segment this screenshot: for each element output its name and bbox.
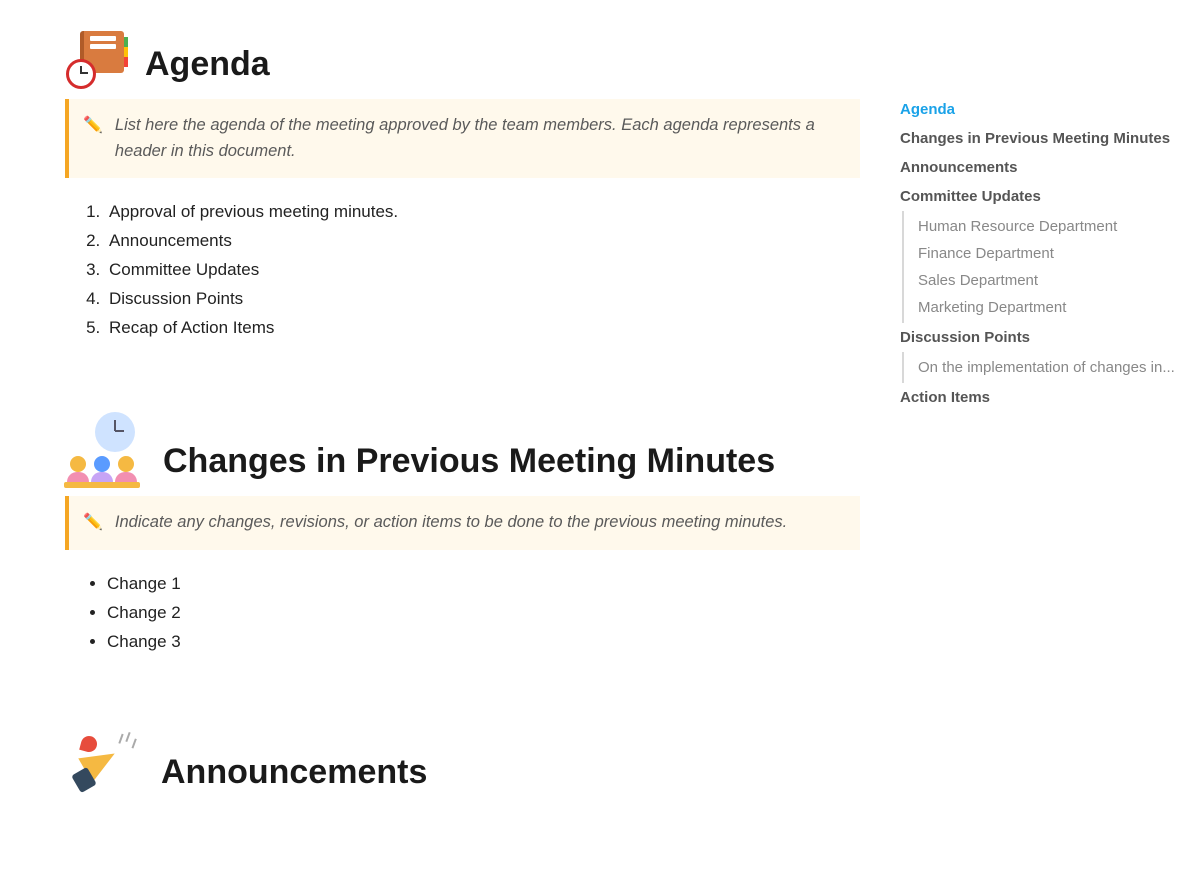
heading-row: Announcements [65, 722, 860, 796]
heading-row: Agenda [65, 25, 860, 87]
changes-callout-text: Indicate any changes, revisions, or acti… [115, 510, 787, 536]
outline-sidebar: AgendaChanges in Previous Meeting Minute… [900, 0, 1200, 881]
outline-item[interactable]: Changes in Previous Meeting Minutes [900, 124, 1192, 153]
document-main: Agenda ✏️ List here the agenda of the me… [0, 0, 900, 881]
agenda-callout-text: List here the agenda of the meeting appr… [115, 113, 842, 164]
outline-subitem[interactable]: On the implementation of changes in... [918, 354, 1192, 381]
outline-subgroup: On the implementation of changes in... [902, 352, 1192, 383]
list-item[interactable]: Change 3 [107, 632, 860, 652]
outline-item[interactable]: Discussion Points [900, 323, 1192, 352]
list-item[interactable]: Approval of previous meeting minutes. [105, 202, 860, 222]
pencil-icon: ✏️ [83, 512, 103, 532]
agenda-notebook-icon [65, 25, 127, 87]
agenda-heading: Agenda [145, 46, 270, 87]
outline-item[interactable]: Agenda [900, 95, 1192, 124]
list-item[interactable]: Discussion Points [105, 289, 860, 309]
changes-bullet-list: Change 1 Change 2 Change 3 [65, 574, 860, 652]
list-item[interactable]: Committee Updates [105, 260, 860, 280]
heading-row: Changes in Previous Meeting Minutes [65, 408, 860, 484]
outline-subitem[interactable]: Marketing Department [918, 294, 1192, 321]
outline-subgroup: Human Resource DepartmentFinance Departm… [902, 211, 1192, 323]
megaphone-icon [65, 722, 143, 796]
list-item[interactable]: Change 1 [107, 574, 860, 594]
outline-subitem[interactable]: Human Resource Department [918, 213, 1192, 240]
section-changes: Changes in Previous Meeting Minutes ✏️ I… [65, 408, 860, 652]
list-item[interactable]: Announcements [105, 231, 860, 251]
outline-subitem[interactable]: Sales Department [918, 267, 1192, 294]
agenda-callout: ✏️ List here the agenda of the meeting a… [65, 99, 860, 178]
outline-item[interactable]: Announcements [900, 153, 1192, 182]
changes-callout: ✏️ Indicate any changes, revisions, or a… [65, 496, 860, 550]
section-agenda: Agenda ✏️ List here the agenda of the me… [65, 25, 860, 338]
section-announcements: Announcements [65, 722, 860, 796]
outline-subitem[interactable]: Finance Department [918, 240, 1192, 267]
pencil-icon: ✏️ [83, 115, 103, 135]
meeting-clock-icon [65, 408, 145, 484]
list-item[interactable]: Change 2 [107, 603, 860, 623]
announcements-heading: Announcements [161, 754, 427, 795]
agenda-ordered-list: Approval of previous meeting minutes. An… [65, 202, 860, 338]
outline-item[interactable]: Action Items [900, 383, 1192, 412]
changes-heading: Changes in Previous Meeting Minutes [163, 443, 775, 484]
list-item[interactable]: Recap of Action Items [105, 318, 860, 338]
outline-item[interactable]: Committee Updates [900, 182, 1192, 211]
